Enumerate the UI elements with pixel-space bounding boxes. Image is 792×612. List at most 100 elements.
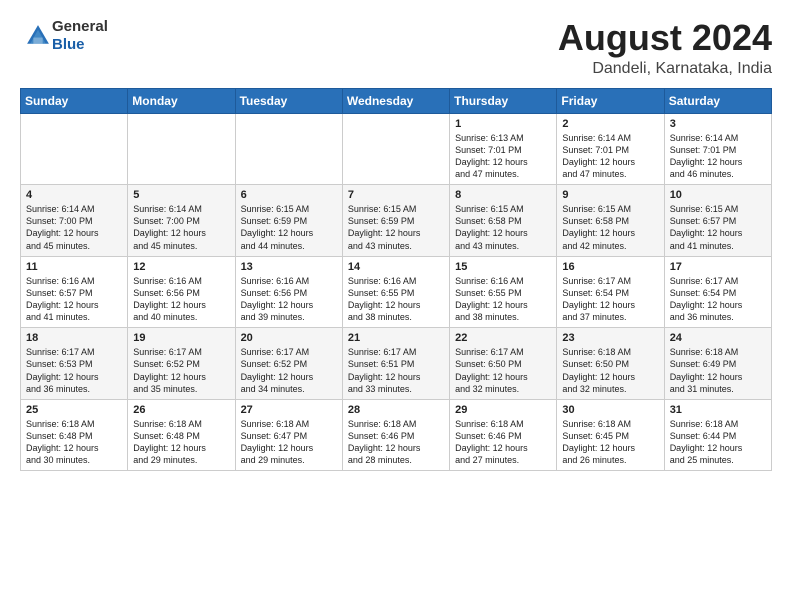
day-info: Sunrise: 6:18 AM Sunset: 6:47 PM Dayligh… [241,418,337,467]
day-number: 25 [26,404,122,416]
day-info: Sunrise: 6:14 AM Sunset: 7:01 PM Dayligh… [670,132,766,181]
calendar-week-row: 4 Sunrise: 6:14 AM Sunset: 7:00 PM Daylig… [21,185,772,257]
day-info: Sunrise: 6:17 AM Sunset: 6:50 PM Dayligh… [455,346,551,395]
day-number: 28 [348,404,444,416]
day-info: Sunrise: 6:15 AM Sunset: 6:59 PM Dayligh… [348,203,444,252]
calendar-cell: 2Sunrise: 6:14 AM Sunset: 7:01 PM Daylig… [557,113,664,185]
calendar-cell: 11 Sunrise: 6:16 AM Sunset: 6:57 PM Dayli… [21,256,128,328]
page: General Blue August 2024 Dandeli, Karnat… [0,0,792,485]
calendar-week-row: 1 Sunrise: 6:13 AM Sunset: 7:01 PM Daylig… [21,113,772,185]
weekday-header-monday: Monday [128,88,235,113]
calendar-cell: 24 Sunrise: 6:18 AM Sunset: 6:49 PM Dayli… [664,328,771,400]
day-number: 23 [562,332,658,344]
weekday-header-wednesday: Wednesday [342,88,449,113]
day-info: Sunrise: 6:13 AM Sunset: 7:01 PM Dayligh… [455,132,551,181]
weekday-header-saturday: Saturday [664,88,771,113]
day-info: Sunrise: 6:17 AM Sunset: 6:54 PM Dayligh… [562,275,658,324]
day-number: 24 [670,332,766,344]
calendar-cell: 29 Sunrise: 6:18 AM Sunset: 6:46 PM Dayli… [450,399,557,471]
day-number: 6 [241,189,337,201]
calendar-cell: 3 Sunrise: 6:14 AM Sunset: 7:01 PM Daylig… [664,113,771,185]
day-number: 21 [348,332,444,344]
calendar-cell: 1 Sunrise: 6:13 AM Sunset: 7:01 PM Daylig… [450,113,557,185]
title-block: August 2024 Dandeli, Karnataka, India [558,18,772,78]
day-number: 1 [455,118,551,130]
weekday-header-thursday: Thursday [450,88,557,113]
header: General Blue August 2024 Dandeli, Karnat… [20,18,772,78]
calendar-cell: 10Sunrise: 6:15 AM Sunset: 6:57 PM Dayli… [664,185,771,257]
day-info: Sunrise: 6:17 AM Sunset: 6:53 PM Dayligh… [26,346,122,395]
day-number: 30 [562,404,658,416]
day-number: 7 [348,189,444,201]
day-info: Sunrise: 6:16 AM Sunset: 6:55 PM Dayligh… [348,275,444,324]
day-number: 13 [241,261,337,273]
location-subtitle: Dandeli, Karnataka, India [558,60,772,78]
calendar-cell [128,113,235,185]
day-info: Sunrise: 6:17 AM Sunset: 6:54 PM Dayligh… [670,275,766,324]
logo-general: General [52,18,108,36]
day-number: 15 [455,261,551,273]
day-info: Sunrise: 6:18 AM Sunset: 6:48 PM Dayligh… [26,418,122,467]
day-info: Sunrise: 6:14 AM Sunset: 7:00 PM Dayligh… [133,203,229,252]
calendar-cell: 14Sunrise: 6:16 AM Sunset: 6:55 PM Dayli… [342,256,449,328]
day-info: Sunrise: 6:18 AM Sunset: 6:46 PM Dayligh… [455,418,551,467]
day-info: Sunrise: 6:18 AM Sunset: 6:46 PM Dayligh… [348,418,444,467]
day-number: 22 [455,332,551,344]
calendar-week-row: 11 Sunrise: 6:16 AM Sunset: 6:57 PM Dayli… [21,256,772,328]
calendar-cell: 19Sunrise: 6:17 AM Sunset: 6:52 PM Dayli… [128,328,235,400]
day-number: 5 [133,189,229,201]
day-info: Sunrise: 6:16 AM Sunset: 6:57 PM Dayligh… [26,275,122,324]
weekday-header-row: SundayMondayTuesdayWednesdayThursdayFrid… [21,88,772,113]
day-info: Sunrise: 6:16 AM Sunset: 6:56 PM Dayligh… [133,275,229,324]
weekday-header-tuesday: Tuesday [235,88,342,113]
month-year-title: August 2024 [558,18,772,58]
day-info: Sunrise: 6:18 AM Sunset: 6:50 PM Dayligh… [562,346,658,395]
day-number: 31 [670,404,766,416]
calendar-cell: 7 Sunrise: 6:15 AM Sunset: 6:59 PM Daylig… [342,185,449,257]
day-info: Sunrise: 6:17 AM Sunset: 6:51 PM Dayligh… [348,346,444,395]
calendar-cell: 15Sunrise: 6:16 AM Sunset: 6:55 PM Dayli… [450,256,557,328]
logo-blue: Blue [52,36,108,54]
calendar-cell [21,113,128,185]
day-number: 20 [241,332,337,344]
day-info: Sunrise: 6:15 AM Sunset: 6:57 PM Dayligh… [670,203,766,252]
day-info: Sunrise: 6:15 AM Sunset: 6:58 PM Dayligh… [455,203,551,252]
calendar-cell: 12 Sunrise: 6:16 AM Sunset: 6:56 PM Dayli… [128,256,235,328]
weekday-header-sunday: Sunday [21,88,128,113]
calendar-cell: 28 Sunrise: 6:18 AM Sunset: 6:46 PM Dayli… [342,399,449,471]
calendar-cell [235,113,342,185]
day-number: 29 [455,404,551,416]
weekday-header-friday: Friday [557,88,664,113]
day-number: 12 [133,261,229,273]
calendar-cell: 4 Sunrise: 6:14 AM Sunset: 7:00 PM Daylig… [21,185,128,257]
day-info: Sunrise: 6:14 AM Sunset: 7:00 PM Dayligh… [26,203,122,252]
calendar-cell: 30Sunrise: 6:18 AM Sunset: 6:45 PM Dayli… [557,399,664,471]
calendar-table: SundayMondayTuesdayWednesdayThursdayFrid… [20,88,772,472]
logo-icon [24,22,52,50]
calendar-cell: 20Sunrise: 6:17 AM Sunset: 6:52 PM Dayli… [235,328,342,400]
day-number: 8 [455,189,551,201]
day-info: Sunrise: 6:18 AM Sunset: 6:48 PM Dayligh… [133,418,229,467]
calendar-cell: 5 Sunrise: 6:14 AM Sunset: 7:00 PM Daylig… [128,185,235,257]
day-number: 4 [26,189,122,201]
calendar-cell: 31Sunrise: 6:18 AM Sunset: 6:44 PM Dayli… [664,399,771,471]
calendar-cell: 6 Sunrise: 6:15 AM Sunset: 6:59 PM Daylig… [235,185,342,257]
calendar-week-row: 25 Sunrise: 6:18 AM Sunset: 6:48 PM Dayli… [21,399,772,471]
day-info: Sunrise: 6:15 AM Sunset: 6:59 PM Dayligh… [241,203,337,252]
day-number: 11 [26,261,122,273]
day-info: Sunrise: 6:16 AM Sunset: 6:56 PM Dayligh… [241,275,337,324]
calendar-cell: 13 Sunrise: 6:16 AM Sunset: 6:56 PM Dayli… [235,256,342,328]
day-number: 3 [670,118,766,130]
calendar-cell: 9Sunrise: 6:15 AM Sunset: 6:58 PM Daylig… [557,185,664,257]
calendar-cell: 27 Sunrise: 6:18 AM Sunset: 6:47 PM Dayli… [235,399,342,471]
day-number: 19 [133,332,229,344]
calendar-week-row: 18Sunrise: 6:17 AM Sunset: 6:53 PM Dayli… [21,328,772,400]
calendar-cell: 17 Sunrise: 6:17 AM Sunset: 6:54 PM Dayli… [664,256,771,328]
logo-text: General Blue [52,18,108,54]
day-number: 17 [670,261,766,273]
day-number: 27 [241,404,337,416]
calendar-cell: 25 Sunrise: 6:18 AM Sunset: 6:48 PM Dayli… [21,399,128,471]
day-info: Sunrise: 6:18 AM Sunset: 6:49 PM Dayligh… [670,346,766,395]
calendar-cell: 23 Sunrise: 6:18 AM Sunset: 6:50 PM Dayli… [557,328,664,400]
day-number: 2 [562,118,658,130]
